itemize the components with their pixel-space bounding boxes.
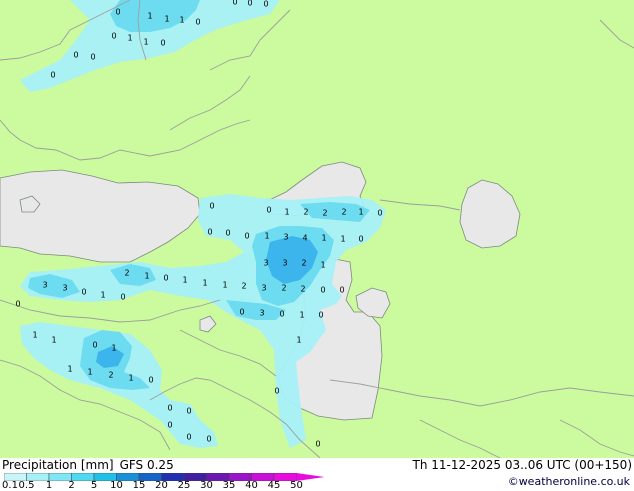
precip-value-label: 0 xyxy=(339,286,344,295)
precip-value-label: 3 xyxy=(261,284,266,293)
precip-value-label: 0 xyxy=(320,286,325,295)
precip-value-label: 0 xyxy=(81,288,86,297)
precip-value-label: 0 xyxy=(315,440,320,449)
precip-value-label: 2 xyxy=(124,269,129,278)
precip-value-label: 3 xyxy=(282,259,287,268)
precip-value-label: 0 xyxy=(244,232,249,241)
precip-value-label: 0 xyxy=(186,407,191,416)
precip-value-label: 1 xyxy=(144,272,149,281)
precip-value-label: 2 xyxy=(301,259,306,268)
precip-value-label: 1 xyxy=(164,15,169,24)
precip-value-label: 1 xyxy=(179,16,184,25)
precip-value-label: 1 xyxy=(320,261,325,270)
precip-value-label: 1 xyxy=(127,34,132,43)
precip-value-label: 0 xyxy=(111,32,116,41)
precip-value-label: 0 xyxy=(115,8,120,17)
precip-value-label: 0 xyxy=(318,311,323,320)
precip-value-label: 3 xyxy=(283,233,288,242)
precip-value-label: 1 xyxy=(182,276,187,285)
precip-value-label: 0 xyxy=(50,71,55,80)
precip-value-label: 1 xyxy=(284,208,289,217)
legend-bar: Precipitation [mm] GFS 0.25 Th 11-12-2025… xyxy=(0,458,634,491)
precip-value-label: 0 xyxy=(279,310,284,319)
precip-value-label: 0 xyxy=(167,404,172,413)
precip-value-label: 3 xyxy=(263,259,268,268)
precip-value-label: 0 xyxy=(263,0,268,9)
precip-value-label: 3 xyxy=(259,309,264,318)
precip-value-label: 0 xyxy=(92,341,97,350)
precip-value-label: 0 xyxy=(225,229,230,238)
legend-title-block: Precipitation [mm] GFS 0.25 xyxy=(2,458,180,472)
precip-value-label: 1 xyxy=(32,331,37,340)
precip-value-label: 0 xyxy=(239,308,244,317)
precip-value-label: 2 xyxy=(322,209,327,218)
precip-value-label: 0 xyxy=(206,435,211,444)
precip-value-label: 0 xyxy=(209,202,214,211)
precip-value-label: 0 xyxy=(377,209,382,218)
precip-value-label: 0 xyxy=(266,206,271,215)
precip-value-label: 0 xyxy=(90,53,95,62)
precip-value-label: 0 xyxy=(15,300,20,309)
legend-title: Precipitation [mm] xyxy=(2,458,114,472)
precipitation-map: 0 1 1 1 0 0 0 0 0 1 1 0 0 0 0 0 0 1 2 2 2 1 0 0 0 0 1 3 4 1 1 0 3 3 2 1 2 1 0 1… xyxy=(0,0,634,458)
precip-value-label: 1 xyxy=(358,208,363,217)
precip-value-label: 3 xyxy=(42,281,47,290)
valid-time: Th 11-12-2025 03..06 UTC (00+150) xyxy=(412,458,632,472)
precip-value-label: 1 xyxy=(100,291,105,300)
credit: ©weatheronline.co.uk xyxy=(507,475,630,488)
precip-value-label: 3 xyxy=(62,284,67,293)
precip-value-label: 2 xyxy=(341,208,346,217)
precip-value-label: 0 xyxy=(160,39,165,48)
precip-value-label: 1 xyxy=(147,12,152,21)
precip-value-label: 0 xyxy=(73,51,78,60)
precip-value-label: 1 xyxy=(67,365,72,374)
precip-value-label: 4 xyxy=(302,234,307,243)
precip-value-label: 1 xyxy=(51,336,56,345)
precip-value-label: 1 xyxy=(222,281,227,290)
precip-value-label: 0 xyxy=(358,235,363,244)
precip-value-label: 0 xyxy=(232,0,237,7)
precip-value-label: 0 xyxy=(274,387,279,396)
precip-value-label: 0 xyxy=(163,274,168,283)
precip-value-label: 1 xyxy=(321,234,326,243)
model-name: GFS 0.25 xyxy=(119,458,174,472)
precip-value-label: 2 xyxy=(108,371,113,380)
precip-value-label: 2 xyxy=(241,282,246,291)
precip-value-label: 1 xyxy=(143,38,148,47)
precip-value-label: 0 xyxy=(186,433,191,442)
precip-value-label: 0 xyxy=(207,228,212,237)
precip-value-label: 0 xyxy=(247,0,252,8)
precip-value-label: 0 xyxy=(167,421,172,430)
precip-value-label: 1 xyxy=(111,344,116,353)
precip-value-label: 1 xyxy=(296,336,301,345)
precip-value-label: 1 xyxy=(299,311,304,320)
color-scale xyxy=(4,473,325,481)
precip-value-label: 2 xyxy=(281,284,286,293)
precip-value-label: 1 xyxy=(87,368,92,377)
precip-value-label: 1 xyxy=(128,374,133,383)
precip-value-label: 1 xyxy=(264,232,269,241)
precip-value-label: 1 xyxy=(202,279,207,288)
precip-value-label: 2 xyxy=(300,285,305,294)
precip-value-label: 0 xyxy=(195,18,200,27)
precip-value-label: 1 xyxy=(340,235,345,244)
precip-value-label: 0 xyxy=(120,293,125,302)
precip-value-label: 2 xyxy=(303,208,308,217)
precip-value-label: 0 xyxy=(148,376,153,385)
